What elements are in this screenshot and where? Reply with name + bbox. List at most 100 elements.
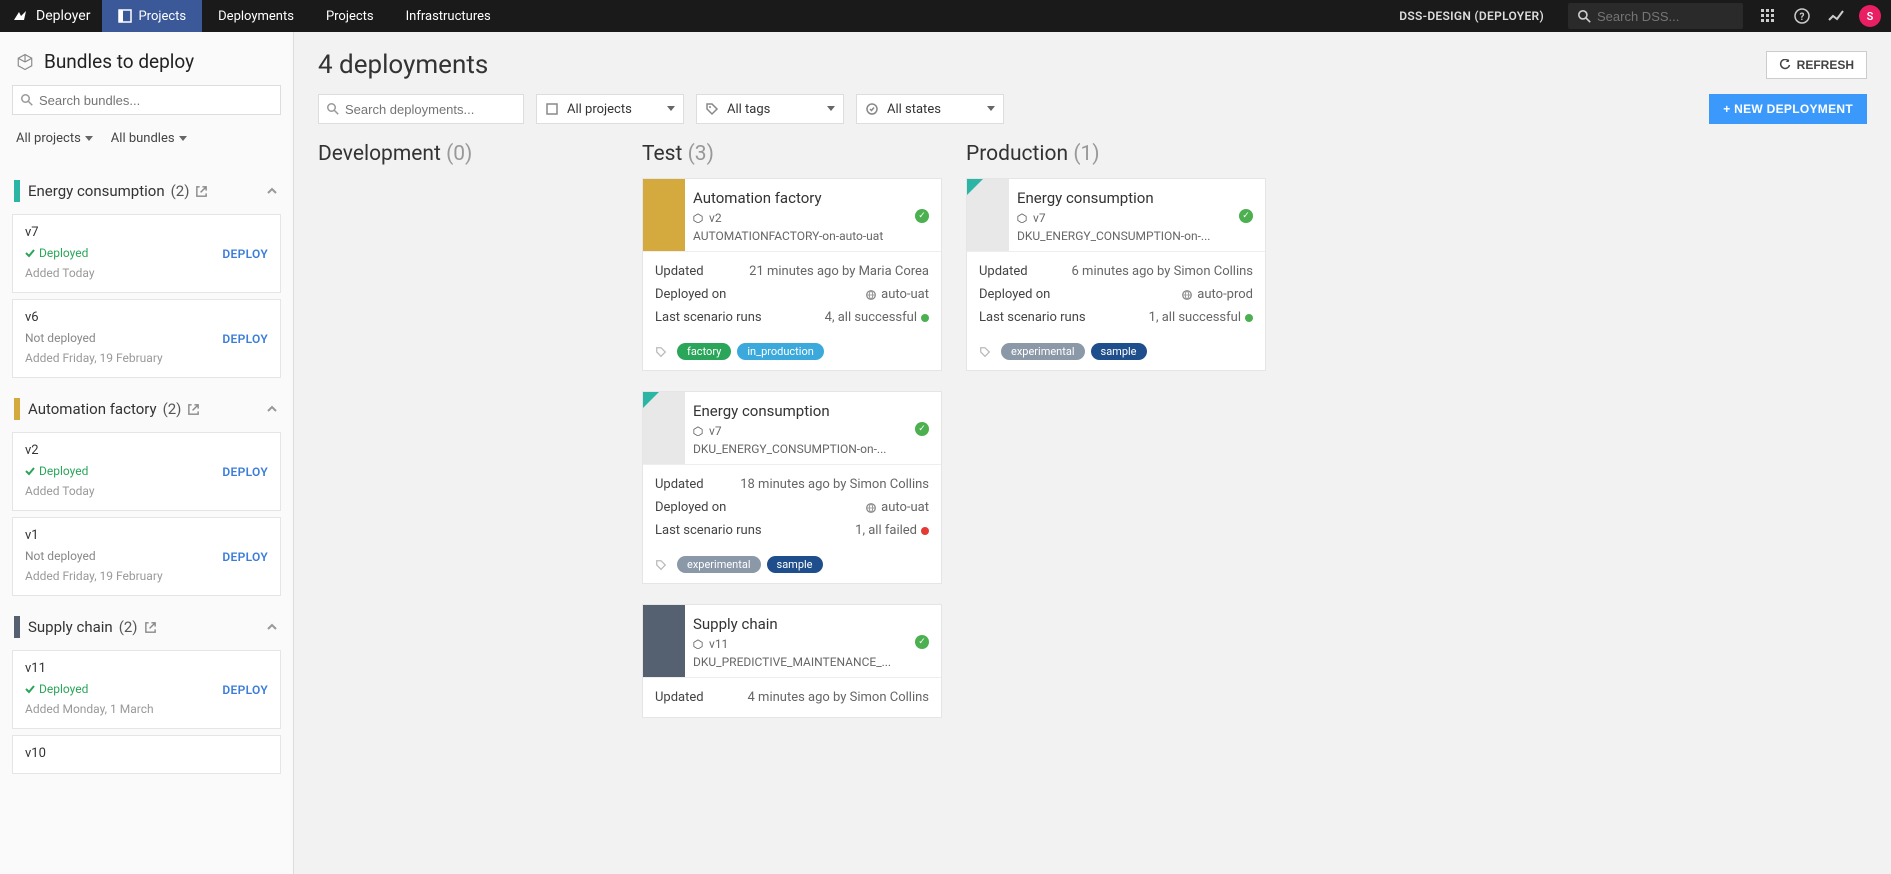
- tag[interactable]: sample: [1091, 343, 1147, 360]
- tag[interactable]: experimental: [677, 556, 761, 573]
- deployment-search-input[interactable]: [345, 102, 521, 117]
- bundle-card[interactable]: v11 Deployed Added Monday, 1 March DEPLO…: [12, 650, 281, 729]
- deploy-button[interactable]: DEPLOY: [222, 465, 268, 479]
- filter-projects-dd[interactable]: All projects: [16, 131, 93, 146]
- tag-icon: [979, 346, 991, 358]
- help-icon[interactable]: ?: [1787, 0, 1817, 32]
- user-avatar[interactable]: S: [1859, 5, 1881, 27]
- updated-label: Updated: [655, 477, 704, 492]
- nav-tabs: Projects Deployments Projects Infrastruc…: [102, 0, 506, 32]
- bundle-group: Supply chain(2) v11 Deployed Added Monda…: [12, 610, 281, 774]
- filter-tags[interactable]: All tags: [696, 94, 844, 124]
- bundle-version: v2: [25, 443, 268, 458]
- bundle-card[interactable]: v1 Not deployed Added Friday, 19 Februar…: [12, 517, 281, 596]
- global-search-input[interactable]: [1597, 9, 1773, 24]
- bundle-search-input[interactable]: [39, 93, 272, 108]
- status-dot-icon: [921, 527, 929, 535]
- activity-icon[interactable]: [1821, 0, 1851, 32]
- filter-projects[interactable]: All projects: [536, 94, 684, 124]
- check-icon: [25, 684, 35, 694]
- sidebar: Bundles to deploy All projects All bundl…: [0, 32, 294, 874]
- tag-icon: [655, 346, 667, 358]
- runs-value: 1, all failed: [855, 523, 929, 538]
- stage-column: Development (0): [318, 142, 618, 178]
- deployment-card[interactable]: Energy consumption v7 DKU_ENERGY_CONSUMP…: [642, 391, 942, 584]
- card-thumbnail: [643, 179, 685, 251]
- updated-value: 21 minutes ago by Maria Corea: [749, 264, 929, 279]
- runs-value: 1, all successful: [1149, 310, 1253, 325]
- refresh-icon: [1779, 59, 1791, 71]
- square-icon: [545, 102, 559, 116]
- stage-column: Production (1) Energy consumption v7 DKU…: [966, 142, 1266, 391]
- external-link-icon[interactable]: [195, 185, 208, 198]
- chevron-up-icon: [265, 620, 279, 634]
- deploy-button[interactable]: DEPLOY: [222, 247, 268, 261]
- sidebar-filters: All projects All bundles: [0, 125, 293, 160]
- card-thumbnail: [643, 605, 685, 677]
- runs-label: Last scenario runs: [979, 310, 1086, 325]
- deployment-version: v7: [1017, 211, 1253, 225]
- external-link-icon[interactable]: [187, 403, 200, 416]
- filters-row: All projects All tags All states + NEW D…: [318, 94, 1867, 124]
- global-search[interactable]: [1568, 3, 1743, 29]
- apps-icon[interactable]: [1753, 0, 1783, 32]
- deploy-button[interactable]: DEPLOY: [222, 683, 268, 697]
- bundle-card[interactable]: v7 Deployed Added Today DEPLOY: [12, 214, 281, 293]
- cube-icon: [16, 53, 34, 71]
- stage-header: Test (3): [642, 142, 942, 166]
- refresh-button[interactable]: REFRESH: [1766, 51, 1867, 79]
- tag[interactable]: factory: [677, 343, 731, 360]
- deployment-card[interactable]: Energy consumption v7 DKU_ENERGY_CONSUMP…: [966, 178, 1266, 371]
- tag[interactable]: sample: [767, 556, 823, 573]
- deployed-on-label: Deployed on: [655, 500, 726, 515]
- nav-tab-projects-2[interactable]: Projects: [310, 0, 390, 32]
- deployment-key: AUTOMATIONFACTORY-on-auto-uat: [693, 229, 929, 243]
- deployment-card[interactable]: Automation factory v2 AUTOMATIONFACTORY-…: [642, 178, 942, 371]
- deployed-on-value: auto-uat: [865, 287, 929, 302]
- deploy-button[interactable]: DEPLOY: [222, 550, 268, 564]
- stages-row: Development (0) Test (3) Automation facto…: [318, 142, 1867, 738]
- tag[interactable]: in_production: [737, 343, 823, 360]
- nav-tab-deployments[interactable]: Deployments: [202, 0, 310, 32]
- server-icon: [1181, 289, 1193, 301]
- stage-header: Development (0): [318, 142, 618, 166]
- bundle-card[interactable]: v2 Deployed Added Today DEPLOY: [12, 432, 281, 511]
- bundle-added: Added Friday, 19 February: [25, 351, 268, 365]
- chevron-down-icon: [987, 106, 995, 115]
- tags-row: experimental sample: [643, 550, 941, 583]
- external-link-icon[interactable]: [144, 621, 157, 634]
- sidebar-header: Bundles to deploy: [0, 32, 293, 85]
- new-deployment-button[interactable]: + NEW DEPLOYMENT: [1709, 94, 1867, 124]
- app-logo[interactable]: Deployer: [0, 0, 102, 32]
- bundle-added: Added Friday, 19 February: [25, 569, 268, 583]
- bundle-group-header[interactable]: Supply chain(2): [12, 610, 281, 644]
- nav-tab-projects[interactable]: Projects: [102, 0, 202, 32]
- filter-bundles-dd[interactable]: All bundles: [111, 131, 187, 146]
- nav-tab-infrastructures[interactable]: Infrastructures: [390, 0, 507, 32]
- runs-value: 4, all successful: [825, 310, 929, 325]
- updated-value: 4 minutes ago by Simon Collins: [748, 690, 929, 705]
- chevron-down-icon: [667, 106, 675, 115]
- bird-icon: [12, 8, 28, 24]
- deployed-on-value: auto-prod: [1181, 287, 1253, 302]
- corner-badge: [643, 392, 659, 408]
- bundle-group-header[interactable]: Automation factory(2): [12, 392, 281, 426]
- tag[interactable]: experimental: [1001, 343, 1085, 360]
- filter-states[interactable]: All states: [856, 94, 1004, 124]
- bundle-group-title: Supply chain(2): [28, 618, 257, 636]
- deployment-key: DKU_ENERGY_CONSUMPTION-on-...: [693, 442, 929, 456]
- deployment-version: v7: [693, 424, 929, 438]
- bundle-card[interactable]: v6 Not deployed Added Friday, 19 Februar…: [12, 299, 281, 378]
- deployment-search[interactable]: [318, 94, 524, 124]
- stage-header: Production (1): [966, 142, 1266, 166]
- svg-text:?: ?: [1800, 12, 1805, 23]
- check-icon: [25, 466, 35, 476]
- tag-icon: [655, 559, 667, 571]
- deploy-button[interactable]: DEPLOY: [222, 332, 268, 346]
- deployment-card[interactable]: Supply chain v11 DKU_PREDICTIVE_MAINTENA…: [642, 604, 942, 718]
- bundle-group-header[interactable]: Energy consumption(2): [12, 174, 281, 208]
- bundle-card[interactable]: v10: [12, 735, 281, 774]
- bundle-group-title: Energy consumption(2): [28, 182, 257, 200]
- sidebar-search[interactable]: [12, 85, 281, 115]
- runs-label: Last scenario runs: [655, 310, 762, 325]
